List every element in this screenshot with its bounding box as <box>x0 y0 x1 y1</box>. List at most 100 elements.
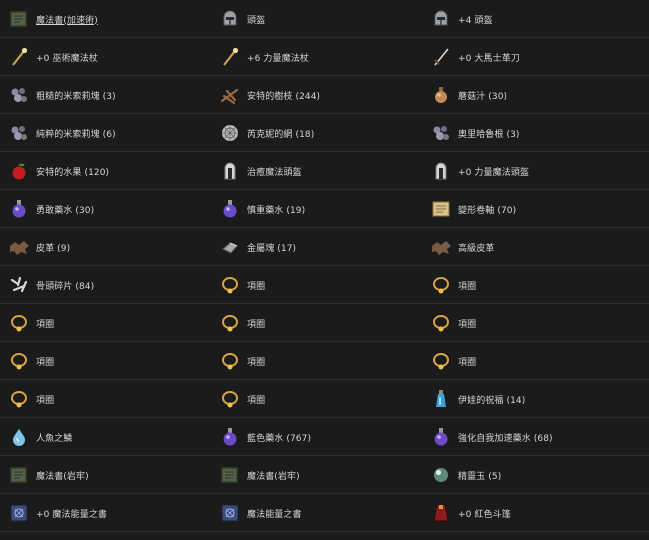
item-label: +6 力量魔法杖 <box>247 53 309 64</box>
ore-icon <box>430 122 452 144</box>
inventory-item[interactable]: 項圈 <box>211 380 422 418</box>
item-label: 芮克妮的網 (18) <box>247 129 315 140</box>
inventory-item[interactable]: 魔法書(加速術) <box>0 0 211 38</box>
magic-book-icon <box>8 502 30 524</box>
inventory-item[interactable]: 變形卷軸 (70) <box>422 190 649 228</box>
drop-icon <box>8 426 30 448</box>
inventory-item[interactable]: 人魚之鱗 <box>0 418 211 456</box>
inventory-item[interactable]: 奧里哈魯根 (3) <box>422 114 649 152</box>
inventory-item[interactable]: 芮克妮的網 (18) <box>211 114 422 152</box>
item-label: 奧里哈魯根 (3) <box>458 129 520 140</box>
inventory-item[interactable]: 魔法能量之書 <box>211 494 422 532</box>
inventory-item[interactable]: 安特的樹枝 (244) <box>211 76 422 114</box>
inventory-item[interactable]: 項圈 <box>0 380 211 418</box>
item-label: 慎重藥水 (19) <box>247 205 306 216</box>
item-label: 魔法能量之書 <box>247 509 302 520</box>
inventory-item[interactable]: 骨頭碎片 (84) <box>0 266 211 304</box>
inventory-row: 人魚之鱗 藍色藥水 (767) 強化自我加速藥水 (68) <box>0 418 649 456</box>
item-label: 魔法書(岩牢) <box>247 471 300 482</box>
spellbook-icon <box>8 464 30 486</box>
inventory-item[interactable]: +0 巫術魔法杖 <box>0 38 211 76</box>
leather-icon <box>430 236 452 258</box>
spellbook-icon <box>8 8 30 30</box>
inventory-item[interactable]: 金屬塊 (17) <box>211 228 422 266</box>
wand-icon <box>8 46 30 68</box>
ore-icon <box>8 84 30 106</box>
necklace-icon <box>430 274 452 296</box>
inventory-row: 純粹的米索莉塊 (6) 芮克妮的網 (18) 奧里哈魯根 (3) <box>0 114 649 152</box>
inventory-item[interactable]: 魔法書(岩牢) <box>0 456 211 494</box>
inventory-item[interactable]: 項圈 <box>211 266 422 304</box>
item-label: 骨頭碎片 (84) <box>36 281 95 292</box>
spellbook-icon <box>219 464 241 486</box>
necklace-icon <box>430 312 452 334</box>
item-label: 人魚之鱗 <box>36 433 73 444</box>
inventory-item[interactable]: 高級皮革 <box>422 228 649 266</box>
necklace-icon <box>8 388 30 410</box>
inventory-item[interactable]: 項圈 <box>422 342 649 380</box>
item-label: 頭盔 <box>247 15 266 26</box>
inventory-item[interactable]: 項圈 <box>211 342 422 380</box>
inventory-item[interactable]: +4 頭盔 <box>422 0 649 38</box>
inventory-item[interactable]: 項圈 <box>422 266 649 304</box>
necklace-icon <box>8 350 30 372</box>
hood-icon <box>219 160 241 182</box>
bones-icon <box>8 274 30 296</box>
inventory-item[interactable]: 強化自我加速藥水 (68) <box>422 418 649 456</box>
inventory-row: 粗糙的米索莉塊 (3) 安特的樹枝 (244) 蘑菇汁 (30) <box>0 76 649 114</box>
inventory-item[interactable]: +0 紅色斗篷 <box>422 494 649 532</box>
inventory-item[interactable]: 純粹的米索莉塊 (6) <box>0 114 211 152</box>
inventory-item[interactable]: +0 大馬士革刀 <box>422 38 649 76</box>
inventory-item[interactable]: +0 力量魔法頭盔 <box>422 152 649 190</box>
apple-icon <box>8 160 30 182</box>
item-label: 項圈 <box>247 395 266 406</box>
inventory-grid: 魔法書(加速術) 頭盔 +4 頭盔 +0 巫術魔法杖 +6 力量魔法杖 +0 大馬士革刀粗… <box>0 0 649 540</box>
item-label: 項圈 <box>247 357 266 368</box>
inventory-item[interactable]: 項圈 <box>0 342 211 380</box>
item-label: 強化自我加速藥水 (68) <box>458 433 553 444</box>
inventory-item[interactable]: +6 力量魔法杖 <box>211 38 422 76</box>
sword-icon <box>430 46 452 68</box>
inventory-item[interactable]: 項圈 <box>0 304 211 342</box>
inventory-item[interactable]: 項圈 <box>211 304 422 342</box>
web-icon <box>219 122 241 144</box>
inventory-item[interactable]: 項圈 <box>422 304 649 342</box>
inventory-item[interactable]: +0 魔法能量之書 <box>0 494 211 532</box>
item-label: 蘑菇汁 (30) <box>458 91 508 102</box>
orb-icon <box>430 464 452 486</box>
item-label[interactable]: 魔法書(加速術) <box>36 13 98 26</box>
inventory-item[interactable]: 粗糙的米索莉塊 (3) <box>0 76 211 114</box>
item-label: 純粹的米索莉塊 (6) <box>36 129 116 140</box>
inventory-row: 項圈 項圈 項圈 <box>0 304 649 342</box>
inventory-item[interactable]: 精靈玉 (5) <box>422 456 649 494</box>
potion-icon <box>430 426 452 448</box>
inventory-row: 皮革 (9) 金屬塊 (17) 高級皮革 <box>0 228 649 266</box>
item-label: 魔法書(岩牢) <box>36 471 89 482</box>
metal-icon <box>219 236 241 258</box>
necklace-icon <box>219 350 241 372</box>
inventory-item[interactable]: 藍色藥水 (767) <box>211 418 422 456</box>
necklace-icon <box>430 350 452 372</box>
inventory-item[interactable]: 魔法書(岩牢) <box>211 456 422 494</box>
inventory-item[interactable]: 慎重藥水 (19) <box>211 190 422 228</box>
necklace-icon <box>219 274 241 296</box>
inventory-row: 項圈 項圈 伊娃的祝福 (14) <box>0 380 649 418</box>
inventory-item[interactable]: 頭盔 <box>211 0 422 38</box>
inventory-item[interactable]: 安特的水果 (120) <box>0 152 211 190</box>
inventory-item[interactable]: 皮革 (9) <box>0 228 211 266</box>
inventory-item[interactable]: 治癒魔法頭盔 <box>211 152 422 190</box>
inventory-item[interactable]: 勇敢藥水 (30) <box>0 190 211 228</box>
inventory-item[interactable]: 蘑菇汁 (30) <box>422 76 649 114</box>
inventory-item[interactable]: 伊娃的祝福 (14) <box>422 380 649 418</box>
item-label: 粗糙的米索莉塊 (3) <box>36 91 116 102</box>
inventory-row: 勇敢藥水 (30) 慎重藥水 (19) 變形卷軸 (70) <box>0 190 649 228</box>
item-label: 項圈 <box>36 395 55 406</box>
vial-icon <box>430 388 452 410</box>
item-label: 項圈 <box>36 319 55 330</box>
item-label: +0 紅色斗篷 <box>458 509 511 520</box>
item-label: 伊娃的祝福 (14) <box>458 395 526 406</box>
item-label: +0 大馬士革刀 <box>458 53 520 64</box>
potion-icon <box>219 426 241 448</box>
scroll-icon <box>430 198 452 220</box>
potion-icon <box>8 198 30 220</box>
